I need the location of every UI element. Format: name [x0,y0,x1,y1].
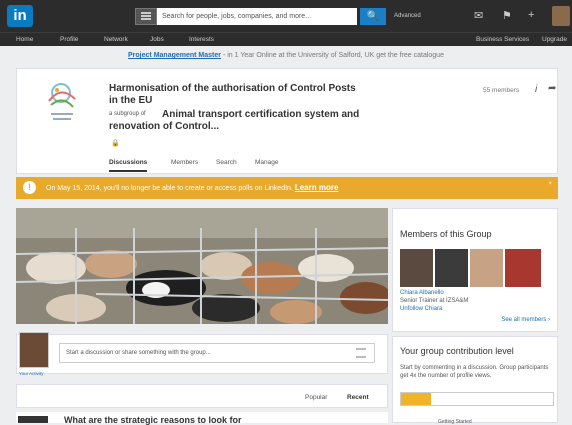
group-cover-image [16,208,388,324]
user-avatar[interactable] [19,332,49,368]
polls-notice-banner: ! On May 15, 2014, you'll no longer be a… [16,177,558,199]
share-icon[interactable]: ➦ [548,83,556,94]
contribution-title: Your group contribution level [400,346,514,356]
composer-placeholder: Start a discussion or share something wi… [66,350,211,356]
members-count[interactable]: 55 members [483,87,519,94]
nav-interests[interactable]: Interests [189,36,214,43]
progress-fill [401,393,432,405]
unfollow-link[interactable]: Unfollow Chiara [400,306,442,312]
featured-member-role: Senior Trainer at IZSA&M [400,298,469,304]
tab-search[interactable]: Search [216,159,237,166]
nav-home[interactable]: Home [16,36,33,43]
nav-profile[interactable]: Profile [60,36,78,43]
info-icon[interactable]: i [535,84,537,95]
promo-text: - in 1 Year Online at the University of … [221,52,444,59]
promo-ad[interactable]: Project Management Master - in 1 Year On… [0,46,572,66]
members-card-title: Members of this Group [400,229,492,239]
search-type-dropdown[interactable] [135,8,157,25]
close-icon[interactable]: × [548,181,552,187]
parent-group-title[interactable]: Animal transport certification system an… [109,109,369,133]
tab-members[interactable]: Members [171,159,198,166]
profile-avatar[interactable] [552,6,570,26]
messages-icon[interactable]: ✉ [474,9,483,22]
tab-discussions[interactable]: Discussions [109,159,148,172]
learn-more-link[interactable]: Learn more [295,183,339,192]
start-discussion-input[interactable]: Start a discussion or share something wi… [59,343,375,363]
group-header: Harmonisation of the authorisation of Co… [16,68,558,174]
linkedin-logo[interactable]: in [7,5,33,27]
search-button[interactable]: 🔍 [360,8,386,25]
top-bar: in Search for people, jobs, companies, a… [0,0,572,32]
members-of-group-card: Members of this Group Chiara Albanello S… [392,208,558,332]
nav-business-services[interactable]: Business Services [476,36,529,43]
poster-avatar [18,416,48,423]
member-avatar[interactable] [470,249,503,287]
document-icon [356,348,366,358]
add-connection-icon[interactable]: + [528,9,534,21]
nav-upgrade[interactable]: Upgrade [542,36,567,43]
discussion-item[interactable]: What are the strategic reasons to look f… [16,412,388,425]
featured-member-name[interactable]: Chiara Albanello [400,290,444,296]
lock-icon: 🔒 [111,140,120,147]
nav-jobs[interactable]: Jobs [150,36,164,43]
see-all-members-link[interactable]: See all members › [501,317,550,323]
your-activity-link[interactable]: Your Activity [19,371,43,376]
member-avatar[interactable] [435,249,468,287]
subgroup-label: a subgroup of [109,111,146,117]
member-avatar[interactable] [505,249,541,287]
promo-link[interactable]: Project Management Master [128,52,221,59]
nav-network[interactable]: Network [104,36,128,43]
discussion-title[interactable]: What are the strategic reasons to look f… [64,415,242,425]
flag-icon[interactable]: ⚑ [502,9,512,22]
nav-bar: Home Profile Network Jobs Interests Busi… [0,32,572,46]
member-avatar[interactable] [400,249,433,287]
sort-bar: Popular Recent [16,384,388,408]
alert-icon: ! [23,181,36,194]
contribution-level-label: Getting Started [438,419,472,425]
contribution-description: Start by commenting in a discussion. Gro… [400,365,549,379]
discussion-composer: Your Activity Start a discussion or shar… [16,332,388,376]
search-input[interactable]: Search for people, jobs, companies, and … [157,8,357,25]
notice-text: On May 15, 2014, you'll no longer be abl… [46,183,339,192]
contribution-progress-bar [400,392,554,406]
group-title[interactable]: Harmonisation of the authorisation of Co… [109,83,359,107]
tab-manage[interactable]: Manage [255,159,279,166]
sort-popular[interactable]: Popular [305,394,327,401]
advanced-search-link[interactable]: Advanced [394,13,421,19]
sort-recent[interactable]: Recent [347,394,369,401]
contribution-level-card: Your group contribution level Start by c… [392,336,558,425]
group-logo [31,75,95,131]
